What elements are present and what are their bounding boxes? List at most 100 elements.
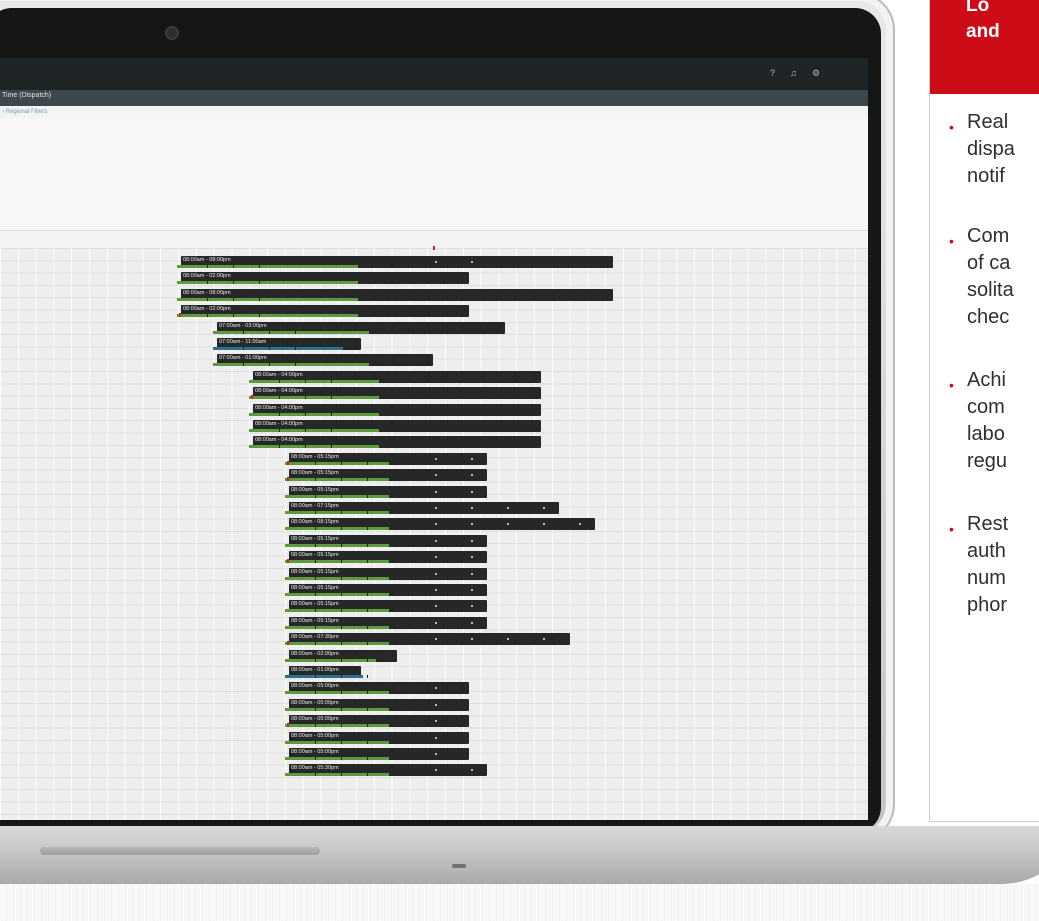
progress-separator: [232, 265, 234, 268]
shift-row[interactable]: 08:00am - 08:00pm: [177, 288, 613, 301]
shift-row[interactable]: 08:00am - 08:15pm: [285, 518, 595, 531]
progress-separator: [330, 379, 332, 383]
task-dot[interactable]: [471, 507, 473, 509]
progress-separator: [340, 511, 342, 514]
shift-row[interactable]: 08:00am - 04:00pm: [249, 403, 541, 416]
shift-time-label: 08:00am - 04:00pm: [255, 388, 303, 395]
shift-row[interactable]: 08:00am - 01:00pm: [285, 666, 368, 678]
progress-separator: [304, 412, 306, 416]
progress-separator: [314, 724, 316, 728]
panel-bullet-text: Achi com labo regu: [967, 369, 1008, 472]
panel-bullet-text: Rest auth num phor: [967, 513, 1009, 616]
task-dot[interactable]: [471, 490, 473, 493]
task-dot[interactable]: [435, 753, 437, 755]
task-dot[interactable]: [435, 621, 437, 624]
shift-row[interactable]: 08:00am - 04:00pm: [249, 370, 541, 383]
bell-icon[interactable]: ♫: [790, 68, 798, 78]
shift-row[interactable]: 08:00am - 05:15pm: [285, 469, 487, 482]
shift-row[interactable]: 08:00am - 05:15pm: [285, 584, 487, 596]
task-dot[interactable]: [435, 457, 437, 460]
laptop-screen: ? ♫ ⚙ Time (Dispatch) › Regional Filters…: [0, 58, 868, 820]
shift-row[interactable]: 08:00am - 02:00pm: [177, 272, 469, 285]
shift-row[interactable]: 08:00am - 02:00pm: [177, 305, 469, 318]
progress-separator: [278, 445, 280, 449]
shift-row[interactable]: 08:00am - 05:15pm: [285, 485, 487, 498]
progress-separator: [314, 494, 316, 498]
task-dot[interactable]: [435, 589, 437, 591]
shift-time-label: 08:00am - 07:15pm: [291, 503, 339, 509]
shift-row[interactable]: 08:00am - 04:00pm: [249, 387, 541, 400]
shift-row[interactable]: 08:00am - 04:00pm: [249, 436, 541, 449]
shift-progress: [177, 297, 359, 301]
shift-time-label: 08:00am - 05:15pm: [291, 601, 339, 608]
progress-separator: [340, 691, 342, 695]
task-dot[interactable]: [471, 572, 473, 575]
shift-row[interactable]: 07:00am - 03:00pm: [213, 321, 505, 334]
progress-separator: [340, 773, 342, 777]
progress-separator: [340, 757, 342, 760]
shift-time-label: 08:00am - 05:00pm: [291, 699, 339, 706]
shift-row[interactable]: 08:00am - 07:15pm: [285, 502, 559, 514]
progress-separator: [366, 576, 368, 580]
shift-row[interactable]: 08:00am - 05:00pm: [285, 715, 469, 728]
task-dot[interactable]: [471, 589, 473, 591]
shift-row[interactable]: 08:00am - 05:15pm: [285, 600, 487, 613]
shift-time-label: 08:00am - 01:00pm: [291, 667, 339, 673]
shift-progress: [285, 658, 376, 662]
shift-progress: [285, 757, 389, 760]
shift-row[interactable]: 08:00am - 04:00pm: [249, 420, 541, 432]
shift-row[interactable]: 08:00am - 05:00pm: [285, 731, 469, 744]
progress-separator: [340, 625, 342, 629]
shift-row[interactable]: 08:00am - 05:15pm: [285, 452, 487, 465]
shift-row[interactable]: 08:00am - 05:15pm: [285, 567, 487, 580]
task-dot[interactable]: [471, 539, 473, 542]
shift-row[interactable]: 08:00am - 05:00pm: [285, 682, 469, 695]
shift-progress: [285, 642, 389, 646]
question-icon[interactable]: ?: [770, 68, 778, 78]
progress-separator: [340, 707, 342, 711]
shift-time-label: 08:00am - 05:30pm: [291, 765, 339, 772]
task-dot[interactable]: [471, 621, 473, 624]
progress-separator: [278, 379, 280, 383]
shift-time-label: 08:00am - 05:00pm: [291, 732, 339, 739]
progress-separator: [314, 707, 316, 711]
regional-filters-link[interactable]: › Regional Filters: [2, 109, 47, 115]
shift-row[interactable]: 07:00am - 11:00am: [213, 338, 361, 350]
alert-marker: [287, 477, 289, 482]
progress-separator: [340, 593, 342, 596]
task-dot[interactable]: [435, 736, 437, 739]
task-dot[interactable]: [435, 490, 437, 493]
shift-row[interactable]: 08:00am - 05:15pm: [285, 534, 487, 547]
shift-row[interactable]: 08:00am - 05:00pm: [285, 748, 469, 760]
task-dot[interactable]: [543, 507, 545, 509]
progress-separator: [314, 675, 316, 678]
progress-separator: [340, 478, 342, 482]
task-dot[interactable]: [471, 261, 473, 263]
shift-row[interactable]: 08:00am - 05:30pm: [285, 764, 487, 777]
shift-row[interactable]: 08:00am - 08:00pm: [177, 256, 613, 268]
progress-separator: [258, 297, 260, 301]
shift-row[interactable]: 08:00am - 05:15pm: [285, 616, 487, 629]
shift-row[interactable]: 08:00am - 07:30pm: [285, 633, 570, 646]
shift-time-label: 08:00am - 02:00pm: [183, 306, 231, 313]
task-dot[interactable]: [435, 539, 437, 542]
shift-row[interactable]: 08:00am - 02:00pm: [285, 649, 397, 662]
task-dot[interactable]: [507, 507, 509, 509]
shift-row[interactable]: 08:00am - 05:15pm: [285, 551, 487, 564]
progress-separator: [366, 658, 368, 662]
shift-time-label: 08:00am - 04:00pm: [255, 371, 303, 378]
task-dot[interactable]: [435, 703, 437, 706]
task-dot[interactable]: [435, 572, 437, 575]
task-dot[interactable]: [435, 261, 437, 263]
shift-row[interactable]: 07:00am - 01:00pm: [213, 354, 433, 367]
progress-separator: [366, 773, 368, 777]
task-dot[interactable]: [471, 457, 473, 460]
task-dot[interactable]: [435, 507, 437, 509]
settings-icon[interactable]: ⚙: [812, 68, 820, 78]
shift-progress: [285, 773, 389, 777]
shift-row[interactable]: 08:00am - 05:00pm: [285, 698, 469, 711]
bullet-icon: •: [949, 377, 954, 393]
breadcrumb[interactable]: Time (Dispatch): [2, 92, 51, 99]
progress-separator: [366, 593, 368, 596]
shift-progress: [249, 412, 379, 416]
